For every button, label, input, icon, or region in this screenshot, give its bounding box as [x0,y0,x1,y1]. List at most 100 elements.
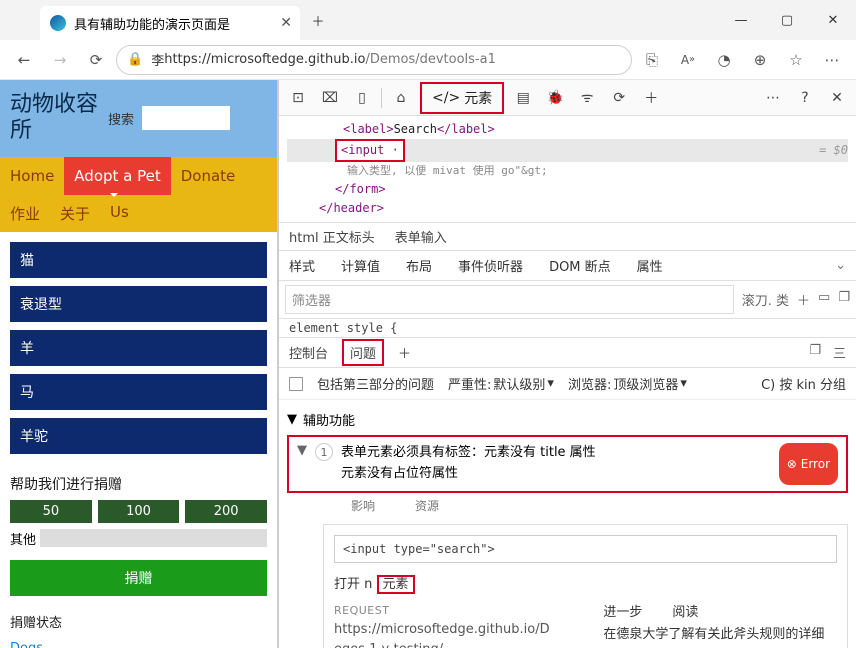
search-label: 搜索 [108,109,134,128]
category-item[interactable]: 羊驼 [10,418,267,454]
amount-200[interactable]: 200 [185,500,267,523]
category-item[interactable]: 马 [10,374,267,410]
donate-button[interactable]: 捐赠 [10,560,267,596]
maximize-button[interactable]: ▢ [764,0,810,40]
nav-about[interactable]: 关于 [50,195,100,232]
breadcrumb[interactable]: html 正文标头 表单输入 [279,223,856,251]
back-button[interactable]: ← [8,44,40,76]
refresh-button[interactable]: ⟳ [80,44,112,76]
add-rule-icon[interactable]: ＋ [797,290,810,309]
welcome-icon[interactable]: ▯ [349,85,375,111]
home-tool-icon[interactable]: ⌂ [388,85,414,111]
main-nav-row2: 作业 关于 Us [0,195,277,232]
menu-icon[interactable]: ⋯ [816,44,848,76]
other-label: 其他 [10,529,36,548]
expand-icon[interactable]: ▼ [297,443,307,485]
donate-header: 帮助我们进行捐赠 [0,464,277,500]
code-snippet: <input type="search"> [334,535,837,563]
styles-filter-row: 筛选器 滚刀. 类 ＋ ▭ ❐ [279,281,856,319]
tab-title: 具有辅助功能的演示页面是 [74,14,230,33]
category-list: 猫 衰退型 羊 马 羊驼 [0,232,277,464]
bug-icon[interactable]: 🐞 [542,85,568,111]
favorite-icon[interactable]: ☆ [780,44,812,76]
flex-icon[interactable]: ▭ [818,290,830,309]
tab-styles[interactable]: 样式 [289,256,315,275]
open-elements-link[interactable]: 元素 [377,575,415,594]
address-bar[interactable]: 🔒 李 https://microsoftedge.github.io /Dem… [116,45,632,75]
chevron-down-icon[interactable]: ⌄ [835,258,846,273]
amount-100[interactable]: 100 [98,500,180,523]
category-item[interactable]: 猫 [10,242,267,278]
copy-icon[interactable]: ❐ [838,290,850,309]
devtools-panel: ⊡ ⌧ ▯ ⌂ </>元素 ▤ 🐞 ᯤ ⟳ ＋ ⋯ ? ✕ <label>Sea… [278,80,856,648]
nav-jobs[interactable]: 作业 [0,195,50,232]
toolbar: ← → ⟳ 🔒 李 https://microsoftedge.github.i… [0,40,856,80]
nav-home[interactable]: Home [0,157,64,195]
thirdparty-checkbox[interactable] [289,377,303,391]
dom-tree[interactable]: <label>Search</label> <input · = $0 输入类型… [279,116,856,223]
search-input[interactable] [142,106,230,130]
category-item[interactable]: 衰退型 [10,286,267,322]
main-nav: Home Adopt a Pet Donate [0,157,277,195]
console-tool-icon[interactable]: ▤ [510,85,536,111]
network-icon[interactable]: ᯤ [574,85,600,111]
amount-row: 50 100 200 [0,500,277,523]
nav-us[interactable]: Us [100,195,139,232]
nav-adopt[interactable]: Adopt a Pet [64,157,170,195]
drawer-tabs: 控制台 问题 ＋ ❐ 三 [279,338,856,368]
styles-filter[interactable]: 筛选器 [285,285,734,314]
minimize-button[interactable]: — [718,0,764,40]
perf-icon[interactable]: ⟳ [606,85,632,111]
more-tabs-icon[interactable]: ＋ [638,85,664,111]
close-window-button[interactable]: ✕ [810,0,856,40]
element-style[interactable]: element style { [279,319,856,338]
tab-properties[interactable]: 属性 [637,256,663,275]
edge-icon [50,15,66,31]
console-tab[interactable]: 控制台 [289,343,328,362]
eq0: = $0 [819,141,848,160]
browser-select[interactable]: 浏览器:顶级浏览器▾ [568,374,687,393]
sync-icon[interactable]: ◔ [708,44,740,76]
tab-dombreak[interactable]: DOM 断点 [549,256,611,275]
dogs-link[interactable]: Dogs [0,637,277,648]
page-header: 动物收容所 搜索 [0,80,277,157]
more-icon[interactable]: ⋯ [760,85,786,111]
collections-icon[interactable]: ⊕ [744,44,776,76]
titlebar: 具有辅助功能的演示页面是 ✕ ＋ — ▢ ✕ [0,0,856,40]
tab-listeners[interactable]: 事件侦听器 [458,256,523,275]
browser-tab[interactable]: 具有辅助功能的演示页面是 ✕ [40,6,300,40]
category-item[interactable]: 羊 [10,330,267,366]
issue-category[interactable]: ▼辅助功能 [287,406,848,433]
url-host: https://microsoftedge.github.io [164,52,365,67]
aa-icon[interactable]: A» [672,44,704,76]
drawer-close-icon[interactable]: 三 [833,343,846,362]
inspect-icon[interactable]: ⊡ [285,85,311,111]
device-icon[interactable]: ⌧ [317,85,343,111]
devtools-toolbar: ⊡ ⌧ ▯ ⌂ </>元素 ▤ 🐞 ᯤ ⟳ ＋ ⋯ ? ✕ [279,80,856,116]
severity-select[interactable]: 严重性:默认级别▾ [448,374,554,393]
tab-computed[interactable]: 计算值 [341,256,380,275]
issue-row[interactable]: ▼ 1 表单元素必须具有标签：元素没有 title 属性 元素没有占位符属性 ⊗… [287,435,848,493]
url-prefix: 李 [151,50,164,69]
other-input[interactable] [40,529,267,547]
issue-detail: <input type="search"> 打开 n 元素 REQUEST ht… [323,524,848,648]
read-icon[interactable]: ⎘ [636,44,668,76]
styles-tabstrip: 样式 计算值 布局 事件侦听器 DOM 断点 属性 ⌄ [279,251,856,281]
new-tab-button[interactable]: ＋ [300,0,336,40]
tab-close-icon[interactable]: ✕ [280,15,292,31]
error-badge: ⊗Error [779,443,838,485]
close-devtools-icon[interactable]: ✕ [824,85,850,111]
help-icon[interactable]: ? [792,85,818,111]
selected-input-node[interactable]: <input · [335,139,405,162]
tab-layout[interactable]: 布局 [406,256,432,275]
amount-50[interactable]: 50 [10,500,92,523]
elements-tab[interactable]: </>元素 [420,82,504,114]
donation-status: 捐赠状态 [0,602,277,637]
lock-icon: 🔒 [127,52,143,67]
add-drawer-tab-icon[interactable]: ＋ [398,343,411,362]
issues-body: ▼辅助功能 ▼ 1 表单元素必须具有标签：元素没有 title 属性 元素没有占… [279,400,856,648]
issues-tab[interactable]: 问题 [342,339,384,366]
drawer-copy-icon[interactable]: ❐ [809,343,821,362]
demo-page: 动物收容所 搜索 Home Adopt a Pet Donate 作业 关于 U… [0,80,278,648]
nav-donate[interactable]: Donate [171,157,246,195]
